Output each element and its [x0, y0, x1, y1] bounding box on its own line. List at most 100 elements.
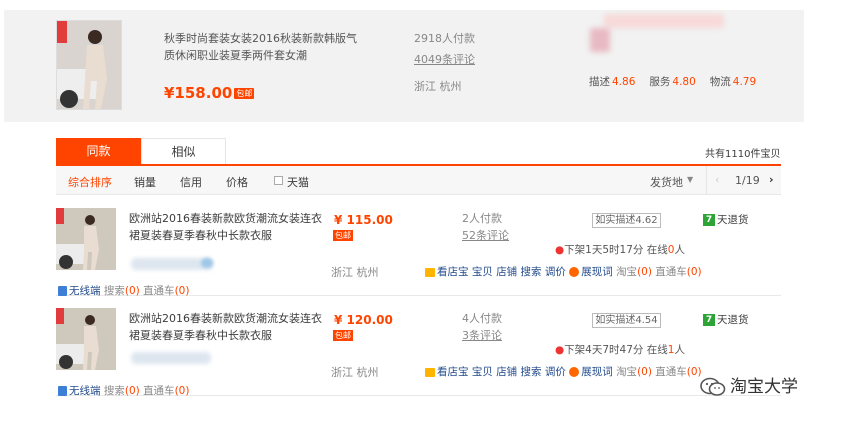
taobao-count: (0)	[637, 366, 652, 378]
product-thumbnail[interactable]	[56, 20, 122, 110]
sort-sales[interactable]: 销量	[134, 174, 156, 190]
page-indicator: 1/19	[735, 174, 760, 187]
rating-service-label: 服务	[649, 76, 671, 88]
ztc-label: 直通车	[655, 266, 687, 278]
wireless-stats: 无线端 搜索(0) 直通车(0)	[58, 283, 189, 298]
return-label: 天退货	[717, 314, 749, 326]
chevron-down-icon: ▼	[687, 175, 694, 184]
tab-same-item[interactable]: 同款	[56, 138, 141, 165]
sort-price[interactable]: 价格	[226, 174, 248, 190]
shop-ratings: 描述 4.86 服务 4.80 物流 4.79	[589, 74, 770, 89]
tool-search-link[interactable]: 搜索	[521, 366, 542, 378]
wechat-icon	[700, 377, 726, 397]
paid-count: 2918人付款	[414, 32, 475, 45]
mobile-icon	[58, 286, 67, 296]
product-photo-icon	[57, 21, 121, 109]
store-tool-link[interactable]: 看店宝	[437, 366, 469, 378]
watermark-text: 淘宝大学	[730, 377, 798, 397]
comments-link[interactable]: 3条评论	[462, 327, 502, 343]
location: 浙江 杭州	[331, 366, 379, 379]
list-item: 欧洲站2016春装新款欧货潮流女装连衣裙夏装春夏季春秋中长款衣服 ¥ 120.0…	[56, 300, 781, 398]
prev-page-icon[interactable]: ‹	[715, 173, 719, 186]
shop-icon-redacted	[201, 258, 213, 268]
keyword-link[interactable]: 展现词	[581, 266, 613, 278]
online-label: 在线	[646, 344, 668, 356]
store-tool-icon	[425, 267, 435, 277]
tool-price-link[interactable]: 调价	[545, 266, 566, 278]
item-title[interactable]: 欧洲站2016春装新款欧货潮流女装连衣裙夏装春夏季春秋中长款衣服	[129, 310, 329, 344]
rating-service-value: 4.80	[672, 76, 696, 88]
clock-icon: ●	[555, 244, 565, 256]
delist-label: 下架	[564, 344, 586, 356]
wireless-stats: 无线端 搜索(0) 直通车(0)	[58, 383, 189, 398]
delist-label: 下架	[564, 244, 586, 256]
seven-day-return-badge: 7 天退货	[703, 212, 749, 227]
comments-link[interactable]: 52条评论	[462, 227, 509, 243]
ship-from-dropdown[interactable]: 发货地	[650, 174, 683, 190]
list-item: 欧洲站2016春装新款欧货潮流女装连衣裙夏装春夏季春秋中长款衣服 ¥ 115.0…	[56, 200, 781, 298]
sort-credit[interactable]: 信用	[180, 174, 202, 190]
location: 浙江 杭州	[414, 80, 462, 93]
tab-similar[interactable]: 相似	[141, 138, 226, 165]
keyword-icon	[569, 367, 580, 377]
price-value: ¥158.00	[164, 84, 233, 102]
ztc-count: (0)	[174, 285, 190, 297]
tool-item-link[interactable]: 宝贝	[472, 366, 493, 378]
tmall-checkbox[interactable]	[274, 176, 283, 185]
rating-logistics-label: 物流	[709, 76, 731, 88]
desc-rating-badge: 如实描述4.62	[592, 213, 661, 228]
tool-price-link[interactable]: 调价	[545, 366, 566, 378]
tool-shop-link[interactable]: 店铺	[496, 366, 517, 378]
item-photo-icon	[56, 308, 116, 370]
item-tools: 看店宝 宝贝 店铺 搜索 调价 展现词 淘宝(0) 直通车(0)	[425, 264, 702, 279]
shop-name-redacted	[590, 28, 610, 52]
total-count: 共有1110件宝贝	[705, 149, 781, 160]
sort-comprehensive[interactable]: 综合排序	[68, 174, 112, 190]
search-label: 搜索	[103, 385, 125, 397]
online-suffix: 人	[674, 244, 685, 256]
sort-bar: 综合排序 销量 信用 价格 天猫 发货地 ▼ ‹ 1/19 ›	[56, 166, 781, 195]
product-title[interactable]: 秋季时尚套装女装2016秋装新款韩版气质休闲职业装夏季两件套女潮	[164, 30, 364, 64]
tmall-filter-label[interactable]: 天猫	[287, 174, 309, 190]
taobao-label: 淘宝	[616, 266, 638, 278]
search-count: (0)	[124, 285, 140, 297]
ztc-count: (0)	[174, 385, 190, 397]
store-tool-link[interactable]: 看店宝	[437, 266, 469, 278]
tool-shop-link[interactable]: 店铺	[496, 266, 517, 278]
rating-desc-value: 4.86	[612, 76, 636, 88]
location: 浙江 杭州	[331, 266, 379, 279]
free-shipping-tag: 包邮	[333, 330, 353, 341]
item-photo-icon	[56, 208, 116, 270]
delist-time: ●下架4天7时47分 在线1人	[555, 342, 685, 357]
item-price: ¥ 115.00	[334, 213, 393, 227]
shop-name-redacted	[131, 352, 211, 364]
taobao-count: (0)	[637, 266, 652, 278]
wireless-link[interactable]: 无线端	[69, 385, 101, 397]
rating-logistics-value: 4.79	[732, 76, 757, 88]
seven-day-icon: 7	[703, 314, 715, 326]
delist-time: ●下架1天5时17分 在线0人	[555, 242, 685, 257]
store-tool-icon	[425, 367, 435, 377]
next-page-icon[interactable]: ›	[769, 173, 774, 186]
item-thumbnail[interactable]	[56, 208, 116, 270]
free-shipping-tag: 包邮	[234, 88, 255, 99]
ztc-label: 直通车	[143, 385, 175, 397]
keyword-link[interactable]: 展现词	[581, 366, 613, 378]
comments-link[interactable]: 4049条评论	[414, 51, 475, 67]
mini-pager: ‹ 1/19 ›	[706, 166, 781, 194]
clock-icon: ●	[555, 344, 565, 356]
paid-count: 4人付款	[462, 312, 502, 325]
wireless-link[interactable]: 无线端	[69, 285, 101, 297]
watermark: 淘宝大学	[700, 372, 798, 397]
tool-search-link[interactable]: 搜索	[521, 266, 542, 278]
search-label: 搜索	[103, 285, 125, 297]
return-label: 天退货	[717, 214, 749, 226]
tool-item-link[interactable]: 宝贝	[472, 266, 493, 278]
taobao-label: 淘宝	[616, 366, 638, 378]
item-tools: 看店宝 宝贝 店铺 搜索 调价 展现词 淘宝(0) 直通车(0)	[425, 364, 702, 379]
item-title[interactable]: 欧洲站2016春装新款欧货潮流女装连衣裙夏装春夏季春秋中长款衣服	[129, 210, 329, 244]
ztc-count: (0)	[686, 266, 702, 278]
delist-value: 4天7时47分	[585, 344, 644, 356]
seven-day-icon: 7	[703, 214, 715, 226]
item-thumbnail[interactable]	[56, 308, 116, 370]
